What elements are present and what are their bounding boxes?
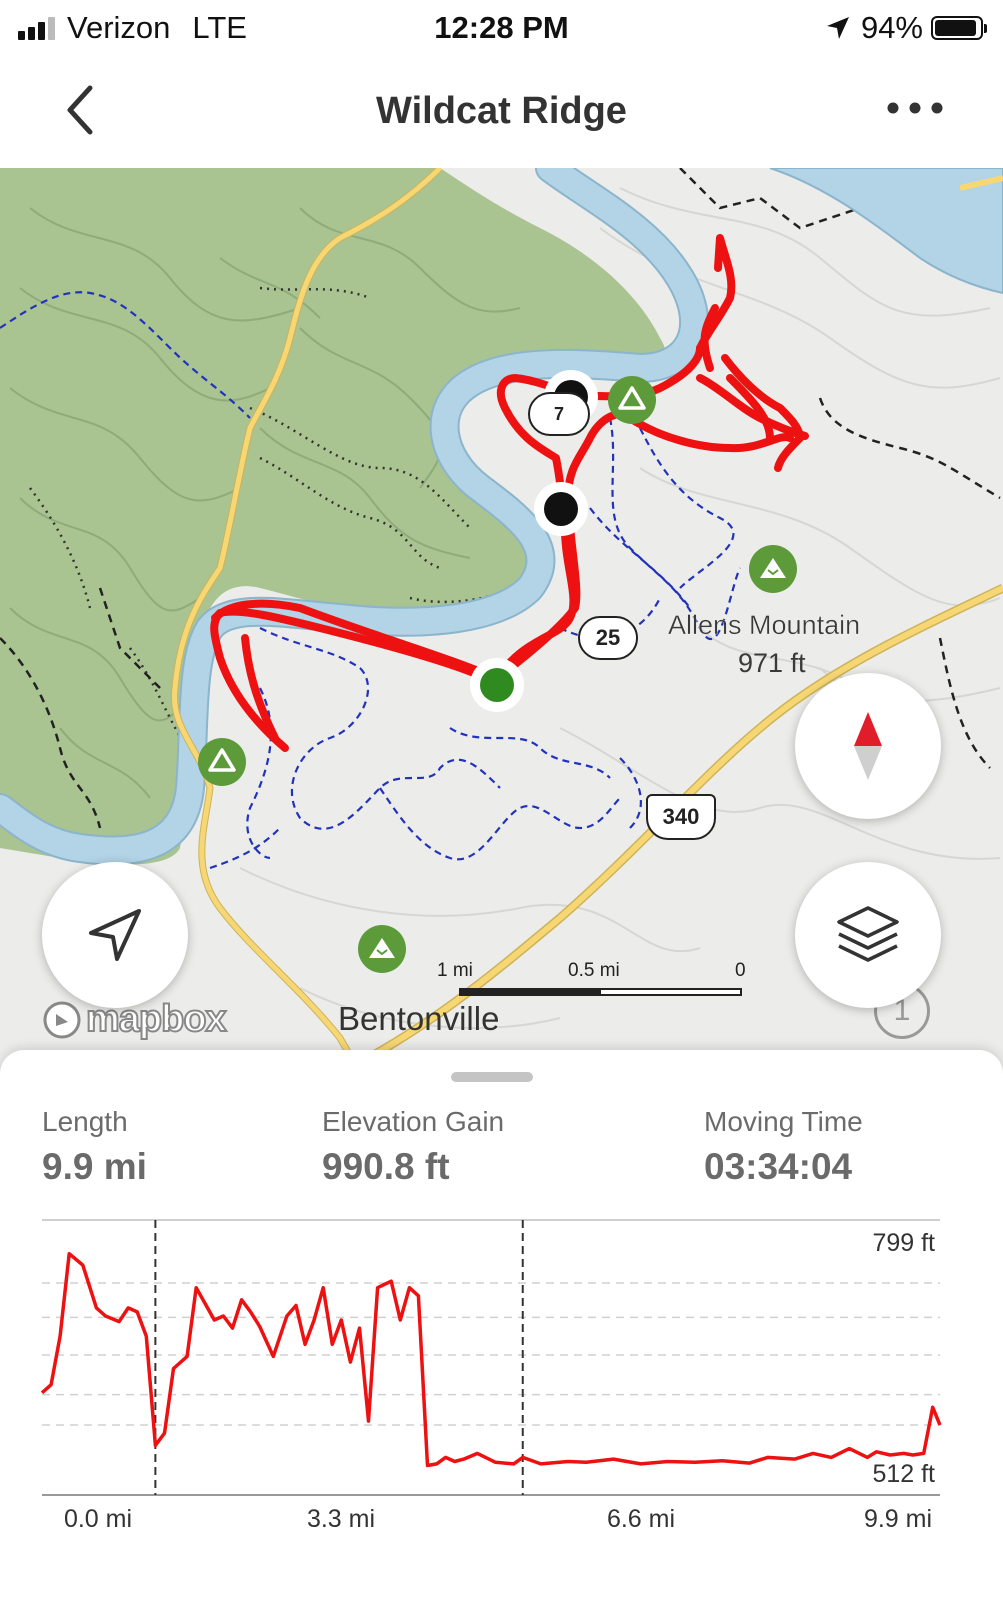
status-bar: Verizon LTE 12:28 PM 94%	[0, 0, 1003, 56]
stat-moving-time-label: Moving Time	[704, 1106, 863, 1137]
route-25-label: 25	[595, 625, 621, 650]
route-partial-label: 7	[553, 403, 564, 424]
chevron-left-icon	[67, 85, 93, 135]
trail-map[interactable]: Allens Mountain 971 ft Bentonville 340 2…	[0, 168, 1003, 1073]
y-tick-label-min: 512 ft	[872, 1460, 935, 1488]
town-label: Bentonville	[338, 1000, 500, 1037]
navigation-arrow-icon	[89, 909, 141, 961]
scale-label-left: 1 mi	[437, 960, 473, 981]
stat-length: Length 9.9 mi	[42, 1106, 147, 1188]
chart-section-markers	[154, 1220, 524, 1495]
status-left: Verizon LTE	[18, 10, 247, 46]
stat-length-value: 9.9 mi	[42, 1146, 147, 1187]
x-tick-label: 3.3 mi	[307, 1505, 375, 1533]
mountain-peak-icon[interactable]	[357, 924, 407, 974]
x-tick-label: 6.6 mi	[607, 1505, 675, 1533]
layers-button[interactable]	[795, 862, 941, 1008]
stat-elevation-gain: Elevation Gain 990.8 ft	[322, 1106, 504, 1188]
scale-label-right: 0	[735, 960, 746, 981]
nav-bar: Wildcat Ridge	[0, 56, 1003, 168]
network-type: LTE	[192, 10, 247, 45]
mapbox-logo-icon	[43, 1001, 81, 1038]
scale-bar-fill	[461, 990, 601, 994]
campsite-icon[interactable]	[607, 375, 657, 425]
scale-label-mid: 0.5 mi	[568, 960, 620, 981]
route-25-shield: 25	[578, 616, 638, 660]
x-tick-label: 0.0 mi	[64, 1505, 132, 1533]
carrier-name: Verizon	[67, 10, 171, 45]
x-tick-label: 9.9 mi	[864, 1505, 932, 1533]
compass-icon	[854, 712, 882, 780]
more-horizontal-icon	[887, 102, 943, 114]
y-tick-label-max: 799 ft	[872, 1229, 935, 1257]
locate-button[interactable]	[42, 862, 188, 1008]
scale-bar	[459, 988, 742, 996]
chart-gridlines	[42, 1282, 940, 1426]
stat-elevation-label: Elevation Gain	[322, 1106, 505, 1137]
battery-fill	[935, 20, 977, 36]
elevation-series-line	[40, 1251, 942, 1468]
waypoint-marker[interactable]	[528, 476, 594, 542]
stat-moving-time-value: 03:34:04	[704, 1146, 853, 1187]
route-340-shield: 340	[646, 794, 716, 840]
page-title: Wildcat Ridge	[376, 90, 627, 132]
compass-button[interactable]	[795, 673, 941, 819]
layers-icon	[837, 906, 899, 962]
route-shield-partial: 7	[528, 392, 590, 436]
mountain-elevation-label: 971 ft	[738, 648, 806, 678]
elevation-chart[interactable]: 799 ft 512 ft 0.0 mi 3.3 mi 6.6 mi 9.9 m…	[0, 1210, 1003, 1540]
route-340-label: 340	[662, 804, 700, 829]
start-marker[interactable]	[464, 652, 530, 718]
stat-length-label: Length	[42, 1106, 128, 1137]
more-button[interactable]	[883, 88, 947, 128]
signal-icon	[18, 16, 55, 40]
sheet-drag-handle[interactable]	[451, 1072, 533, 1082]
battery-icon	[931, 16, 987, 40]
campsite-icon[interactable]	[197, 737, 247, 787]
mountain-peak-icon[interactable]	[748, 544, 798, 594]
back-button[interactable]	[56, 82, 106, 138]
location-arrow-icon	[826, 17, 849, 39]
stat-elevation-value: 990.8 ft	[322, 1146, 450, 1187]
stat-moving-time: Moving Time 03:34:04	[704, 1106, 863, 1188]
battery-percent: 94%	[860, 10, 923, 45]
status-right: 94%	[825, 10, 987, 46]
mountain-name-label: Allens Mountain	[668, 610, 861, 640]
